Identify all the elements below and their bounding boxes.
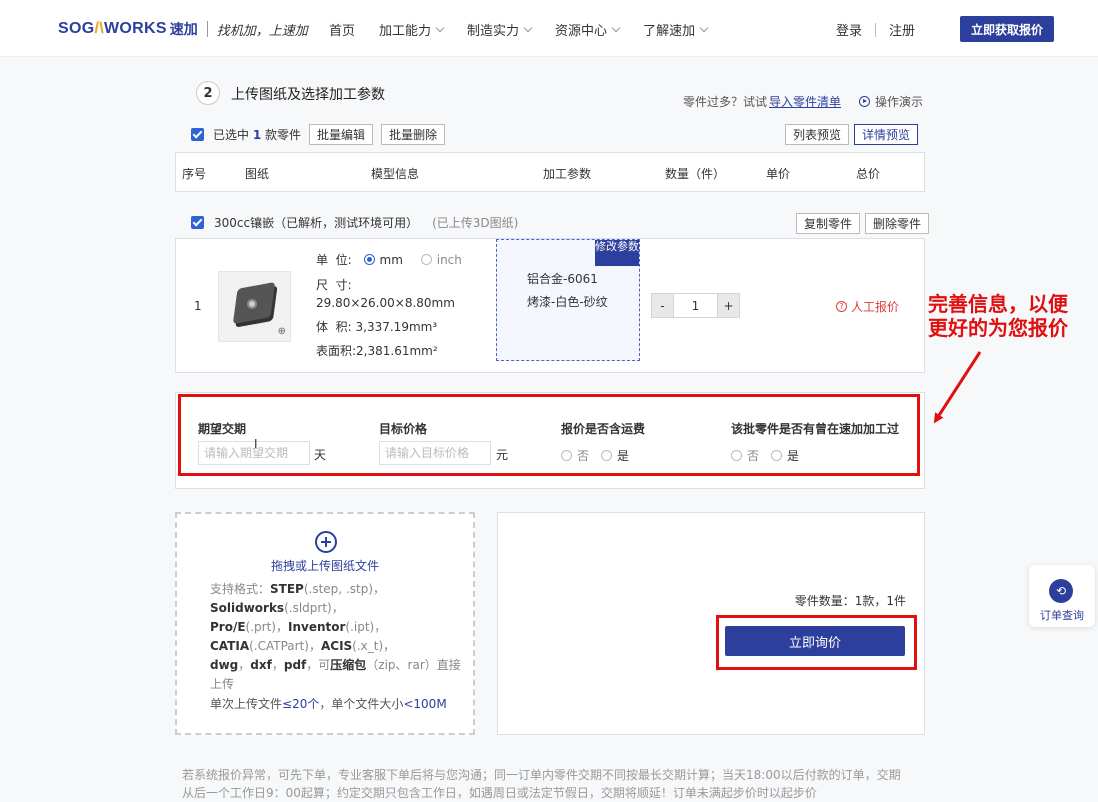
order-query-widget[interactable]: ⟲ 订单查询 <box>1029 565 1095 627</box>
detail-view-button[interactable]: 详情预览 <box>854 124 919 145</box>
delivery-unit: 天 <box>314 448 327 462</box>
inquire-now-button[interactable]: 立即询价 <box>725 626 905 656</box>
delivery-label: 期望交期 <box>198 422 247 436</box>
chevron-down-icon <box>611 23 621 32</box>
col-params: 加工参数 <box>543 167 592 181</box>
logo[interactable]: SOG/\WORKS 速加 找机加，上速加 <box>58 18 308 40</box>
step-number: 2 <box>196 81 220 105</box>
col-total-price: 总价 <box>856 167 881 181</box>
copy-part-button[interactable]: 复制零件 <box>796 213 861 234</box>
manual-quote[interactable]: ? 人工报价 <box>836 298 899 315</box>
chevron-down-icon <box>435 23 445 32</box>
login-link[interactable]: 登录 <box>836 20 862 39</box>
shipping-no-radio[interactable]: 否 <box>561 447 589 464</box>
part-volume: 3,337.19mm³ <box>355 320 438 334</box>
col-model-info: 模型信息 <box>371 167 420 181</box>
previous-order-options: 否 是 <box>731 447 811 464</box>
part-name: 300cc镶嵌（已解析，测试环境可用） <box>214 216 419 230</box>
qty-input[interactable]: 1 <box>674 293 717 318</box>
col-unit-price: 单价 <box>766 167 791 181</box>
chevron-down-icon <box>523 23 533 32</box>
nav-about[interactable]: 了解速加 <box>643 20 709 39</box>
parts-count: 零件数量：1款，1件 <box>794 594 906 608</box>
qty-minus-button[interactable]: - <box>651 293 674 318</box>
get-quote-button[interactable]: 立即获取报价 <box>960 16 1054 42</box>
import-hint: 零件过多？试试 导入零件清单 操作演示 <box>683 93 924 110</box>
shipping-label: 报价是否含运费 <box>561 422 646 436</box>
model-info: 单 位: mm inch 尺 寸: 29.80×26.00×8.80mm 体 积… <box>316 253 462 358</box>
part-checkbox[interactable] <box>191 216 204 229</box>
part-row-header: 300cc镶嵌（已解析，测试环境可用） (已上传3D图纸) <box>191 214 518 231</box>
text-cursor-icon: I <box>254 437 258 451</box>
parts-table-header: 序号 图纸 模型信息 加工参数 数量（件） 单价 总价 <box>175 152 925 192</box>
target-price-input[interactable] <box>379 441 491 465</box>
upload-limits: 单次上传文件≤20个，单个文件大小<100M <box>210 697 447 711</box>
params-box[interactable]: 修改参数 铝合金-6061 烤漆-白色-砂纹 <box>496 239 640 361</box>
unit-inch-radio[interactable] <box>420 254 432 265</box>
main-nav: 首页 加工能力 制造实力 资源中心 了解速加 <box>329 20 731 39</box>
upload-status: (已上传3D图纸) <box>432 216 519 230</box>
question-icon: ? <box>836 301 847 312</box>
qty-plus-button[interactable]: + <box>717 293 740 318</box>
demo-link[interactable]: 操作演示 <box>875 93 923 110</box>
view-toggle: 列表预览 详情预览 <box>780 124 919 145</box>
finish: 烤漆-白色-砂纹 <box>527 295 608 309</box>
zoom-icon[interactable]: ⊕ <box>278 326 286 337</box>
price-unit: 元 <box>496 448 509 462</box>
arrow-to-info <box>933 351 982 424</box>
order-query-icon: ⟲ <box>1049 579 1073 603</box>
plus-circle-icon[interactable] <box>315 531 337 553</box>
register-link[interactable]: 注册 <box>889 20 915 39</box>
upload-label[interactable]: 拖拽或上传图纸文件 <box>177 557 473 574</box>
part-card: 1 ⊕ 单 位: mm inch 尺 寸: 29.80×26.00×8.80mm… <box>175 238 925 373</box>
material: 铝合金-6061 <box>527 272 598 286</box>
delete-part-button[interactable]: 删除零件 <box>865 213 930 234</box>
unit-mm-radio[interactable] <box>363 254 375 265</box>
edit-params-button[interactable]: 修改参数 <box>595 240 639 266</box>
previous-no-radio[interactable]: 否 <box>731 447 759 464</box>
col-drawing: 图纸 <box>245 167 270 181</box>
slogan: 找机加，上速加 <box>216 23 308 39</box>
nav-home[interactable]: 首页 <box>329 20 355 39</box>
footer-note: 若系统报价异常，可先下单，专业客服下单后将与您沟通；同一订单内零件交期不同按最长… <box>182 768 901 800</box>
part-thumbnail[interactable]: ⊕ <box>218 271 291 342</box>
page-title: 上传图纸及选择加工参数 <box>231 87 385 103</box>
select-all-checkbox[interactable] <box>191 128 204 141</box>
annotation-text: 完善信息，以便 更好的为您报价 <box>928 292 1068 340</box>
upload-dropzone[interactable]: 拖拽或上传图纸文件 支持格式：STEP(.step, .stp)， Solidw… <box>175 512 475 735</box>
part-index: 1 <box>194 299 202 313</box>
list-view-button[interactable]: 列表预览 <box>785 124 850 145</box>
import-parts-list-link[interactable]: 导入零件清单 <box>769 93 841 110</box>
selection-toolbar: 已选中 1 款零件 批量编辑 批量删除 <box>191 124 446 145</box>
shipping-options: 否 是 <box>561 447 641 464</box>
col-index: 序号 <box>182 167 207 181</box>
previous-yes-radio[interactable]: 是 <box>771 447 799 464</box>
nav-manufacturing[interactable]: 制造实力 <box>467 20 533 39</box>
top-header: SOG/\WORKS 速加 找机加，上速加 首页 加工能力 制造实力 资源中心 … <box>0 0 1098 57</box>
batch-edit-button[interactable]: 批量编辑 <box>309 124 374 145</box>
nav-capabilities[interactable]: 加工能力 <box>379 20 445 39</box>
col-quantity: 数量（件） <box>665 167 726 181</box>
supported-formats: 支持格式：STEP(.step, .stp)， Solidworks(.sldp… <box>210 582 461 691</box>
part-area: 2,381.61mm² <box>356 344 438 358</box>
play-icon[interactable] <box>859 96 871 107</box>
target-price-label: 目标价格 <box>379 422 428 436</box>
part-size: 29.80×26.00×8.80mm <box>316 296 455 310</box>
shipping-yes-radio[interactable]: 是 <box>601 447 629 464</box>
chevron-down-icon <box>699 23 709 32</box>
previous-order-label: 该批零件是否有曾在速加加工过 <box>731 422 900 436</box>
batch-delete-button[interactable]: 批量删除 <box>381 124 446 145</box>
part-actions: 复制零件 删除零件 <box>791 213 930 234</box>
nav-resources[interactable]: 资源中心 <box>555 20 621 39</box>
quantity-stepper: - 1 + <box>651 293 740 318</box>
auth-links: 登录 注册 <box>836 20 915 39</box>
